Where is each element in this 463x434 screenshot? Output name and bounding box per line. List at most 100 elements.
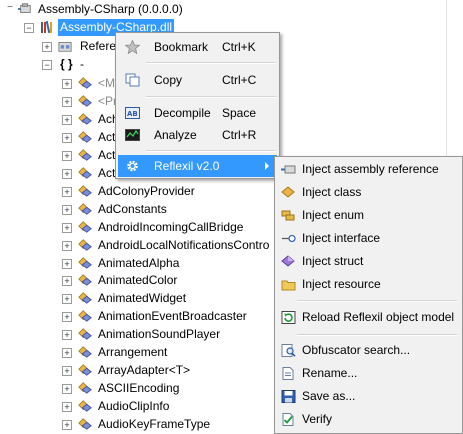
expand-icon[interactable]: + bbox=[62, 348, 72, 359]
submenu-item-verify[interactable]: Verify bbox=[277, 408, 460, 431]
submenu-item-label: Save as... bbox=[302, 389, 356, 403]
expand-icon[interactable]: + bbox=[62, 402, 72, 413]
tree-node-root[interactable]: − Assembly-CSharp (0.0.0.0) bbox=[0, 1, 463, 18]
interface-icon bbox=[282, 234, 296, 243]
submenu-item-rename[interactable]: Rename... bbox=[277, 362, 460, 385]
submenu-item-label: Inject assembly reference bbox=[302, 162, 439, 176]
collapse-icon[interactable]: − bbox=[24, 23, 34, 33]
assembly-reference-icon bbox=[281, 165, 296, 174]
class-icon bbox=[78, 418, 92, 430]
expand-icon[interactable]: + bbox=[62, 366, 72, 377]
rename-icon bbox=[282, 367, 294, 380]
svg-text:AB: AB bbox=[127, 110, 138, 118]
submenu-item-obfuscator-search[interactable]: Obfuscator search... bbox=[277, 339, 460, 362]
tree-node-root-label: Assembly-CSharp (0.0.0.0) bbox=[38, 2, 183, 16]
collapse-icon[interactable]: − bbox=[42, 60, 52, 70]
class-icon bbox=[78, 113, 92, 125]
submenu-item-save-as[interactable]: Save as... bbox=[277, 385, 460, 408]
class-icon bbox=[78, 364, 92, 376]
expand-icon[interactable]: + bbox=[62, 258, 72, 269]
submenu-item-label: Obfuscator search... bbox=[302, 343, 411, 357]
expand-icon[interactable]: + bbox=[62, 204, 72, 215]
tree-node-type-label: AnimatedColor bbox=[98, 273, 178, 288]
expand-icon[interactable]: + bbox=[62, 312, 72, 323]
tree-node-type-label: AnimatedAlpha bbox=[98, 255, 180, 270]
menu-item-reflexil[interactable]: Reflexil v2.0 bbox=[118, 155, 277, 177]
class-icon bbox=[78, 274, 92, 287]
expand-icon[interactable]: + bbox=[62, 150, 72, 161]
copy-icon bbox=[125, 73, 140, 87]
class-icon bbox=[78, 130, 92, 143]
menu-item-label: Reflexil v2.0 bbox=[154, 159, 220, 173]
expand-icon[interactable]: + bbox=[62, 186, 72, 197]
save-icon bbox=[281, 390, 296, 403]
class-icon bbox=[78, 202, 92, 215]
class-icon bbox=[78, 238, 92, 251]
menu-item-analyze[interactable]: Analyze Ctrl+R bbox=[118, 124, 277, 146]
class-icon bbox=[78, 346, 92, 359]
library-icon bbox=[41, 20, 52, 34]
class-icon bbox=[78, 184, 92, 197]
submenu-item-reload[interactable]: Reload Reflexil object model bbox=[277, 306, 460, 329]
tree-node-type-label: AnimationSoundPlayer bbox=[98, 327, 221, 342]
submenu-item-label: Verify bbox=[302, 412, 333, 426]
menu-separator bbox=[146, 150, 276, 152]
tree-node-type-label: Arrangement bbox=[98, 345, 168, 360]
class-icon bbox=[78, 256, 92, 269]
expand-icon[interactable]: + bbox=[62, 114, 72, 125]
expand-icon[interactable]: + bbox=[62, 168, 72, 179]
class-icon bbox=[78, 77, 92, 89]
tree-node-type-label: AndroidIncomingCallBridge bbox=[98, 219, 244, 234]
submenu-item-label: Inject struct bbox=[302, 254, 364, 268]
submenu-item-label: Rename... bbox=[302, 366, 358, 380]
expand-icon[interactable]: + bbox=[62, 79, 72, 89]
gear-icon bbox=[127, 160, 138, 172]
menu-separator bbox=[146, 62, 276, 64]
submenu-item-inject-struct[interactable]: Inject struct bbox=[277, 250, 460, 273]
class-icon bbox=[78, 148, 92, 161]
expand-icon[interactable]: + bbox=[62, 240, 72, 251]
collapse-icon[interactable]: − bbox=[6, 3, 14, 13]
class-icon bbox=[78, 95, 92, 107]
expand-icon[interactable]: + bbox=[62, 420, 72, 431]
tree-node-type-label: AndroidLocalNotificationsContro bbox=[98, 237, 270, 252]
submenu-item-label: Inject interface bbox=[302, 231, 381, 245]
verify-icon bbox=[282, 413, 294, 426]
submenu-item-inject-resource[interactable]: Inject resource bbox=[277, 273, 460, 296]
submenu-item-label: Inject class bbox=[302, 185, 362, 199]
context-menu: Bookmark Ctrl+K Copy Ctrl+C AB Decompile… bbox=[115, 32, 280, 179]
submenu-item-inject-class[interactable]: Inject class bbox=[277, 181, 460, 204]
expand-icon[interactable]: + bbox=[42, 42, 52, 52]
menu-item-copy[interactable]: Copy Ctrl+C bbox=[118, 69, 277, 91]
class-icon bbox=[78, 220, 92, 233]
submenu-arrow-icon bbox=[265, 162, 269, 170]
menu-item-label: Copy bbox=[154, 73, 183, 87]
expand-icon[interactable]: + bbox=[62, 294, 72, 305]
submenu-item-inject-enum[interactable]: Inject enum bbox=[277, 204, 460, 227]
class-icon bbox=[78, 292, 92, 305]
tree-node-type-label: AudioClipInfo bbox=[98, 399, 170, 414]
tree-node-type-label: AnimationEventBroadcaster bbox=[98, 309, 247, 324]
submenu-item-inject-assembly-reference[interactable]: Inject assembly reference bbox=[277, 158, 460, 181]
reload-icon bbox=[281, 311, 296, 324]
expand-icon[interactable]: + bbox=[62, 384, 72, 395]
expand-icon[interactable]: + bbox=[62, 132, 72, 143]
menu-item-shortcut: Ctrl+K bbox=[222, 40, 256, 54]
struct-icon bbox=[281, 255, 295, 267]
submenu-item-label: Reload Reflexil object model bbox=[302, 310, 455, 324]
class-icon bbox=[78, 328, 92, 341]
assembly-icon bbox=[18, 3, 31, 13]
menu-item-label: Analyze bbox=[154, 128, 197, 142]
menu-item-bookmark[interactable]: Bookmark Ctrl+K bbox=[118, 36, 277, 58]
menu-item-decompile[interactable]: AB Decompile Space bbox=[118, 102, 277, 124]
tree-node-type-label: AdConstants bbox=[98, 201, 167, 216]
menu-item-shortcut: Ctrl+R bbox=[222, 128, 257, 142]
expand-icon[interactable]: + bbox=[62, 222, 72, 233]
tree-node-type-label: AdColonyProvider bbox=[98, 183, 195, 198]
submenu-item-inject-interface[interactable]: Inject interface bbox=[277, 227, 460, 250]
menu-item-label: Decompile bbox=[154, 106, 211, 120]
expand-icon[interactable]: + bbox=[62, 276, 72, 287]
expand-icon[interactable]: + bbox=[62, 96, 72, 107]
expand-icon[interactable]: + bbox=[62, 330, 72, 341]
class-icon bbox=[78, 400, 92, 412]
